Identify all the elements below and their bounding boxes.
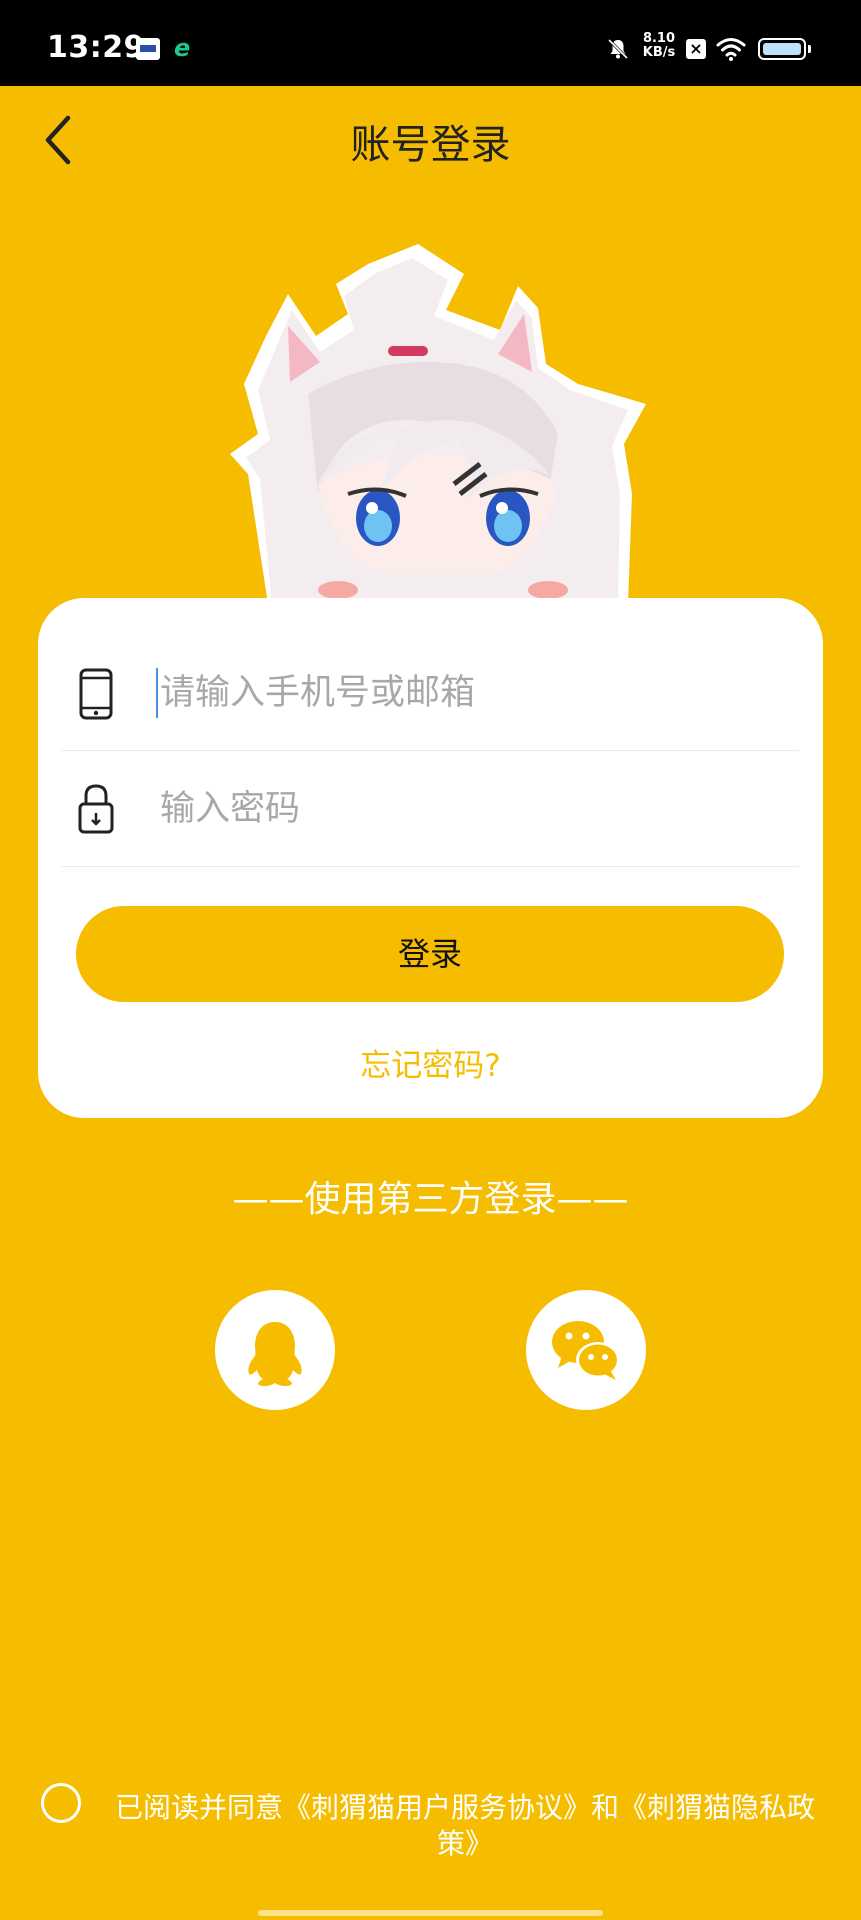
phone-icon <box>79 668 113 720</box>
divider <box>62 866 799 867</box>
status-bar: 13:29 e 8.10 KB/s × <box>0 0 861 86</box>
text-caret <box>156 668 158 718</box>
mascot-illustration <box>230 244 646 604</box>
login-button[interactable]: 登录 <box>76 906 784 1002</box>
divider <box>62 750 799 751</box>
status-time: 13:29 <box>47 30 145 65</box>
phone-email-input[interactable] <box>160 668 780 718</box>
lock-icon <box>78 784 114 834</box>
network-speed: 8.10 KB/s <box>640 32 678 60</box>
wechat-login-button[interactable] <box>526 1290 646 1410</box>
bell-off-icon <box>607 38 629 60</box>
qq-icon <box>248 1322 302 1387</box>
third-party-login-label: ——使用第三方登录—— <box>232 1179 629 1220</box>
agreement-checkbox[interactable] <box>41 1783 81 1823</box>
browser-notification-icon: e <box>174 34 191 62</box>
network-speed-value: 8.10 <box>642 31 676 46</box>
qq-login-button[interactable] <box>215 1290 335 1410</box>
page-title: 账号登录 <box>350 122 511 168</box>
agreement-text[interactable]: 已阅读并同意《刺猬猫用户服务协议》和《刺猬猫隐私政策》 <box>100 1790 830 1862</box>
battery-icon <box>758 38 811 60</box>
password-input[interactable] <box>160 784 780 834</box>
network-speed-unit: KB/s <box>642 45 676 60</box>
forgot-password-link[interactable]: 忘记密码? <box>38 1040 823 1085</box>
wechat-icon <box>552 1321 620 1380</box>
login-card: 登录 忘记密码? <box>38 598 823 1118</box>
home-indicator <box>258 1910 603 1916</box>
wifi-icon <box>716 38 746 61</box>
close-badge-icon: × <box>686 39 706 59</box>
app-notification-icon <box>136 38 160 60</box>
